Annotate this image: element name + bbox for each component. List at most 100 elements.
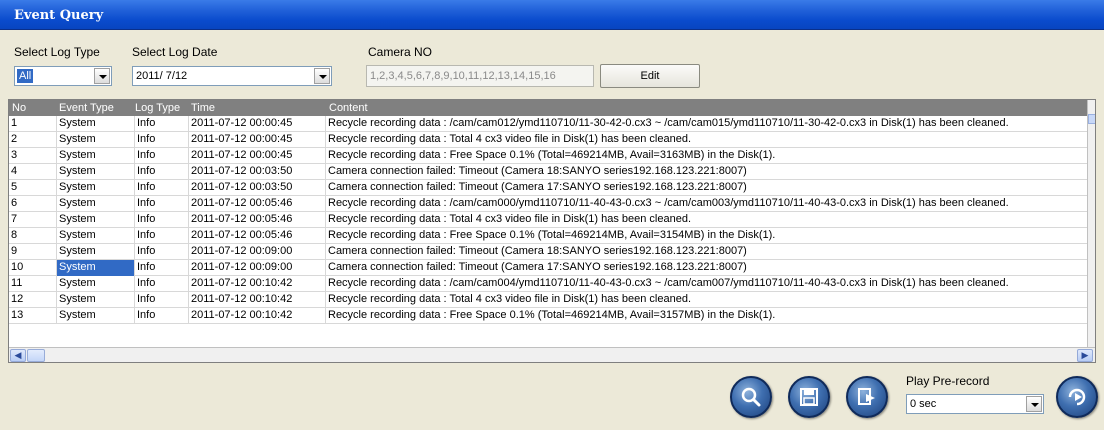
column-header-event-type[interactable]: Event Type [59,102,114,114]
table-row[interactable]: 6 System Info 2011-07-12 00:05:46 Recycle re… [9,196,1089,212]
table-row[interactable]: 2 System Info 2011-07-12 00:00:45 Recycle re… [9,132,1089,148]
column-header-log-type[interactable]: Log Type [135,102,180,114]
table-header: No Event Type Log Type Time Content [9,100,1089,116]
filter-panel: Select Log Type All Select Log Date 2011… [0,31,1104,95]
cell-time: 2011-07-12 00:05:46 [189,212,326,228]
cell-log-type: Info [135,148,189,164]
table-row[interactable]: 10 System Info 2011-07-12 00:09:00 Camera co… [9,260,1089,276]
cell-log-type: Info [135,164,189,180]
cell-content: Camera connection failed: Timeout (Camer… [328,181,747,193]
cell-content: Recycle recording data : Free Space 0.1%… [328,149,776,161]
cell-no: 10 [9,260,57,276]
search-button[interactable] [730,376,772,418]
export-button[interactable] [846,376,888,418]
bottom-toolbar: Play Pre-record 0 sec [0,368,1104,430]
log-date-value: 2011/ 7/12 [136,70,188,82]
table-row[interactable]: 11 System Info 2011-07-12 00:10:42 Recycle r… [9,276,1089,292]
cell-event-type: System [57,132,135,148]
cell-event-type: System [57,164,135,180]
chevron-down-icon[interactable] [314,68,330,84]
cell-log-type: Info [135,132,189,148]
cell-no: 13 [9,308,57,324]
table-row[interactable]: 8 System Info 2011-07-12 00:05:46 Recycle re… [9,228,1089,244]
cell-content: Recycle recording data : Total 4 cx3 vid… [328,133,691,145]
horizontal-scrollbar[interactable]: ◀ ▶ [9,347,1095,362]
cell-no: 9 [9,244,57,260]
cell-content: Recycle recording data : Total 4 cx3 vid… [328,213,691,225]
cell-event-type: System [57,116,135,132]
cell-log-type: Info [135,180,189,196]
window-title: Event Query [14,8,104,23]
cell-log-type: Info [135,308,189,324]
cell-time: 2011-07-12 00:00:45 [189,148,326,164]
cell-log-type: Info [135,276,189,292]
cell-event-type: System [57,228,135,244]
table-row[interactable]: 3 System Info 2011-07-12 00:00:45 Recycle re… [9,148,1089,164]
cell-event-type: System [57,260,135,276]
cell-content: Recycle recording data : /cam/cam004/ymd… [328,277,1009,289]
table-row[interactable]: 1 System Info 2011-07-12 00:00:45 Recycle re… [9,116,1089,132]
cell-content: Recycle recording data : /cam/cam012/ymd… [328,117,1009,129]
cell-no: 12 [9,292,57,308]
cell-time: 2011-07-12 00:09:00 [189,244,326,260]
camera-no-label: Camera NO [368,45,433,59]
cell-content: Recycle recording data : Free Space 0.1%… [328,229,776,241]
cell-time: 2011-07-12 00:10:42 [189,292,326,308]
cell-log-type: Info [135,212,189,228]
table-row[interactable]: 9 System Info 2011-07-12 00:09:00 Camera con… [9,244,1089,260]
cell-log-type: Info [135,260,189,276]
camera-no-field[interactable]: 1,2,3,4,5,6,7,8,9,10,11,12,13,14,15,16 [366,65,594,87]
cell-no: 8 [9,228,57,244]
column-header-time[interactable]: Time [191,102,215,114]
cell-log-type: Info [135,228,189,244]
table-row[interactable]: 13 System Info 2011-07-12 00:10:42 Recycle r… [9,308,1089,324]
cell-event-type: System [57,180,135,196]
scroll-left-icon[interactable]: ◀ [10,349,26,362]
vertical-scrollbar[interactable] [1087,100,1095,348]
cell-time: 2011-07-12 00:05:46 [189,196,326,212]
cell-time: 2011-07-12 00:00:45 [189,116,326,132]
chevron-down-icon[interactable] [94,68,110,84]
cell-time: 2011-07-12 00:00:45 [189,132,326,148]
column-header-content[interactable]: Content [329,102,368,114]
cell-content: Camera connection failed: Timeout (Camer… [328,165,747,177]
cell-no: 5 [9,180,57,196]
cell-no: 1 [9,116,57,132]
scrollbar-thumb[interactable] [27,349,45,362]
cell-time: 2011-07-12 00:03:50 [189,164,326,180]
log-type-select[interactable]: All [14,66,112,86]
cell-no: 4 [9,164,57,180]
pre-record-select[interactable]: 0 sec [906,394,1044,414]
cell-time: 2011-07-12 00:09:00 [189,260,326,276]
cell-no: 3 [9,148,57,164]
cell-no: 6 [9,196,57,212]
search-icon [741,387,761,407]
cell-event-type: System [57,292,135,308]
play-button[interactable] [1056,376,1098,418]
chevron-down-icon[interactable] [1026,396,1042,412]
edit-button[interactable]: Edit [600,64,700,88]
scrollbar-thumb[interactable] [1088,114,1095,124]
cell-content: Recycle recording data : Total 4 cx3 vid… [328,293,691,305]
cell-no: 11 [9,276,57,292]
pre-record-label: Play Pre-record [906,374,990,388]
play-icon [1068,388,1086,406]
table-row[interactable]: 4 System Info 2011-07-12 00:03:50 Camera con… [9,164,1089,180]
table-row[interactable]: 5 System Info 2011-07-12 00:03:50 Camera con… [9,180,1089,196]
cell-event-type: System [57,308,135,324]
log-date-select[interactable]: 2011/ 7/12 [132,66,332,86]
save-button[interactable] [788,376,830,418]
table-body: 1 System Info 2011-07-12 00:00:45 Recycle re… [9,116,1089,324]
column-header-no[interactable]: No [12,102,26,114]
cell-event-type: System [57,212,135,228]
cell-event-type: System [57,244,135,260]
event-query-window: Event Query Select Log Type All Select L… [0,0,1104,430]
table-row[interactable]: 12 System Info 2011-07-12 00:10:42 Recycle r… [9,292,1089,308]
cell-content: Recycle recording data : /cam/cam000/ymd… [328,197,1009,209]
save-icon [800,388,818,406]
table-row[interactable]: 7 System Info 2011-07-12 00:05:46 Recycle re… [9,212,1089,228]
log-type-value: All [17,69,34,83]
pre-record-value: 0 sec [910,398,937,410]
cell-no: 2 [9,132,57,148]
scroll-right-icon[interactable]: ▶ [1077,349,1093,362]
